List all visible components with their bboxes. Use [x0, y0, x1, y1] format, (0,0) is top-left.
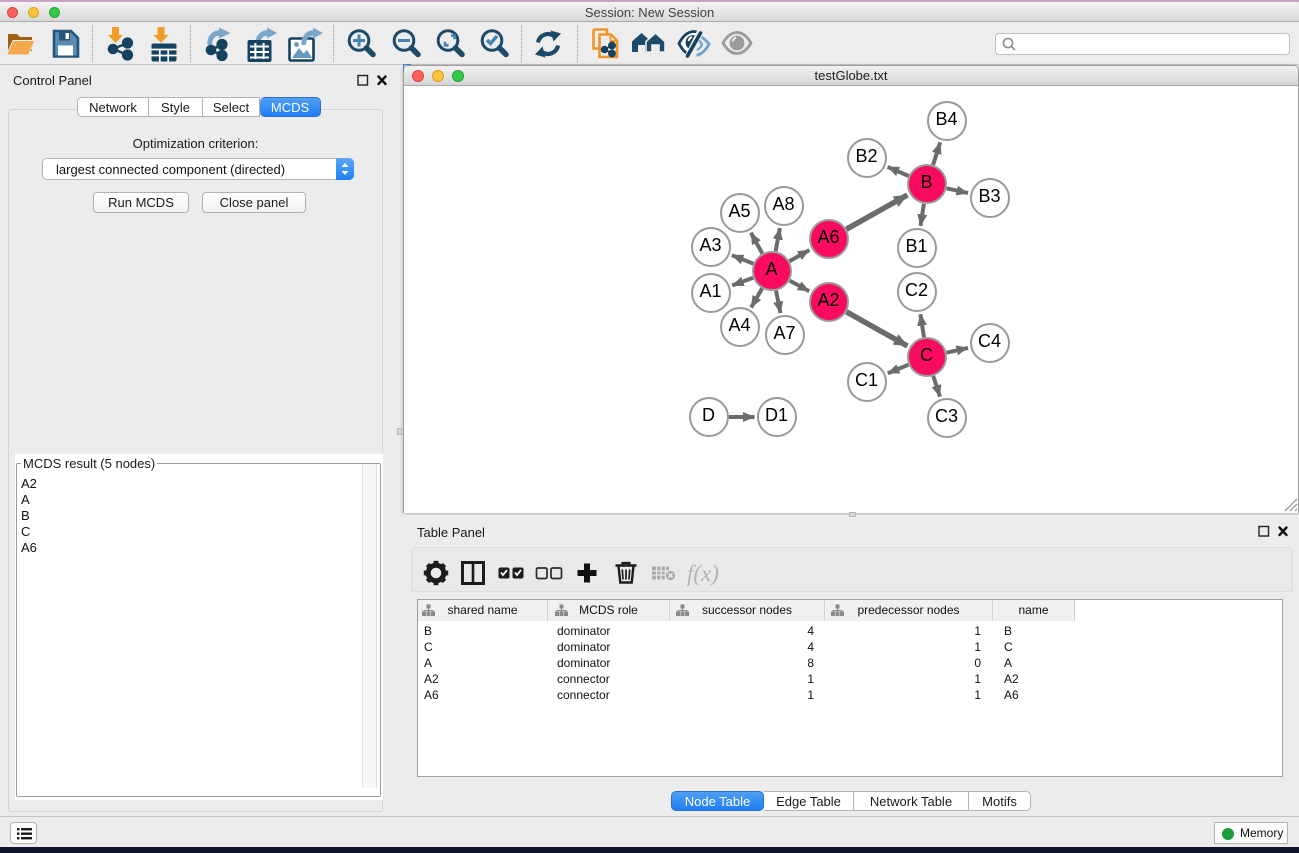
svg-text:f(x): f(x): [687, 561, 719, 586]
